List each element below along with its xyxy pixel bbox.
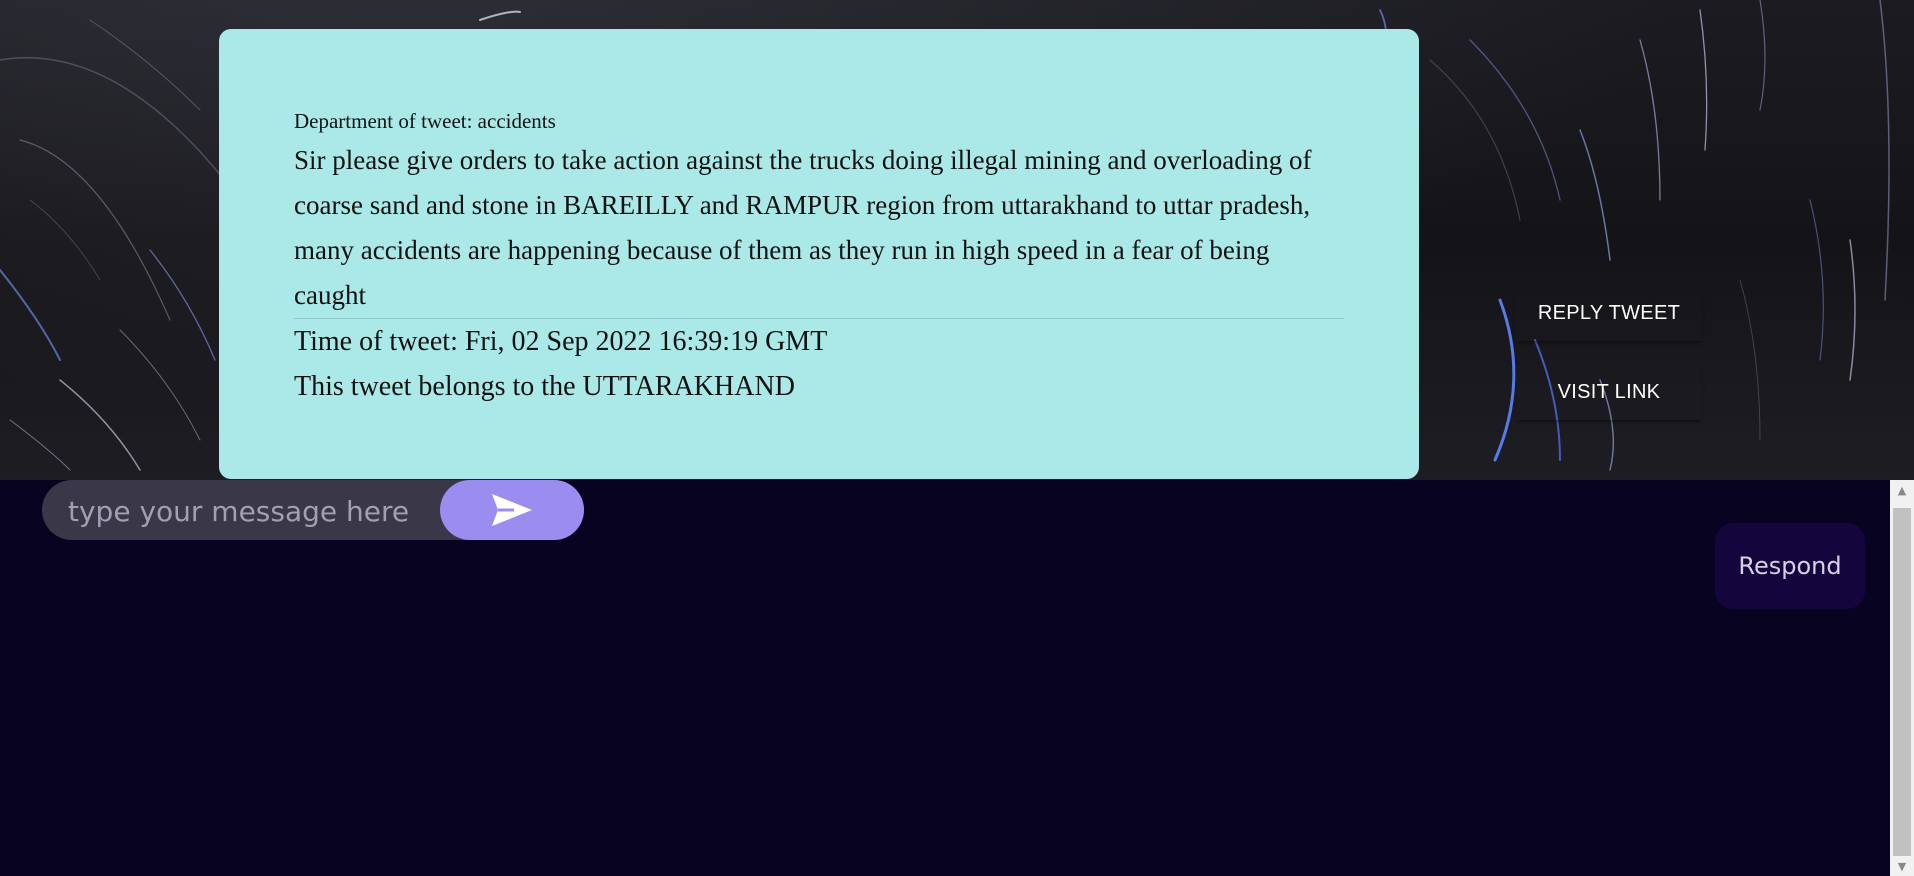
message-input[interactable] <box>66 490 450 532</box>
tweet-card: Department of tweet: accidents Sir pleas… <box>219 29 1419 479</box>
message-composer <box>42 480 584 540</box>
scrollbar-thumb[interactable] <box>1893 508 1911 856</box>
scroll-down-icon[interactable]: ▼ <box>1890 856 1914 876</box>
scroll-up-icon[interactable]: ▲ <box>1890 480 1914 500</box>
send-button[interactable] <box>440 480 584 540</box>
visit-link-button[interactable]: VISIT LINK <box>1516 364 1702 420</box>
vertical-scrollbar[interactable]: ▲ ▼ <box>1890 480 1914 876</box>
respond-button[interactable]: Respond <box>1715 523 1865 609</box>
tweet-department: Department of tweet: accidents <box>294 109 556 133</box>
send-icon <box>492 494 532 526</box>
tweet-region: This tweet belongs to the UTTARAKHAND <box>294 371 795 402</box>
tweet-body: Sir please give orders to take action ag… <box>294 145 1312 310</box>
tweet-time: Time of tweet: Fri, 02 Sep 2022 16:39:19… <box>294 326 828 357</box>
reply-tweet-button[interactable]: REPLY TWEET <box>1516 285 1702 341</box>
